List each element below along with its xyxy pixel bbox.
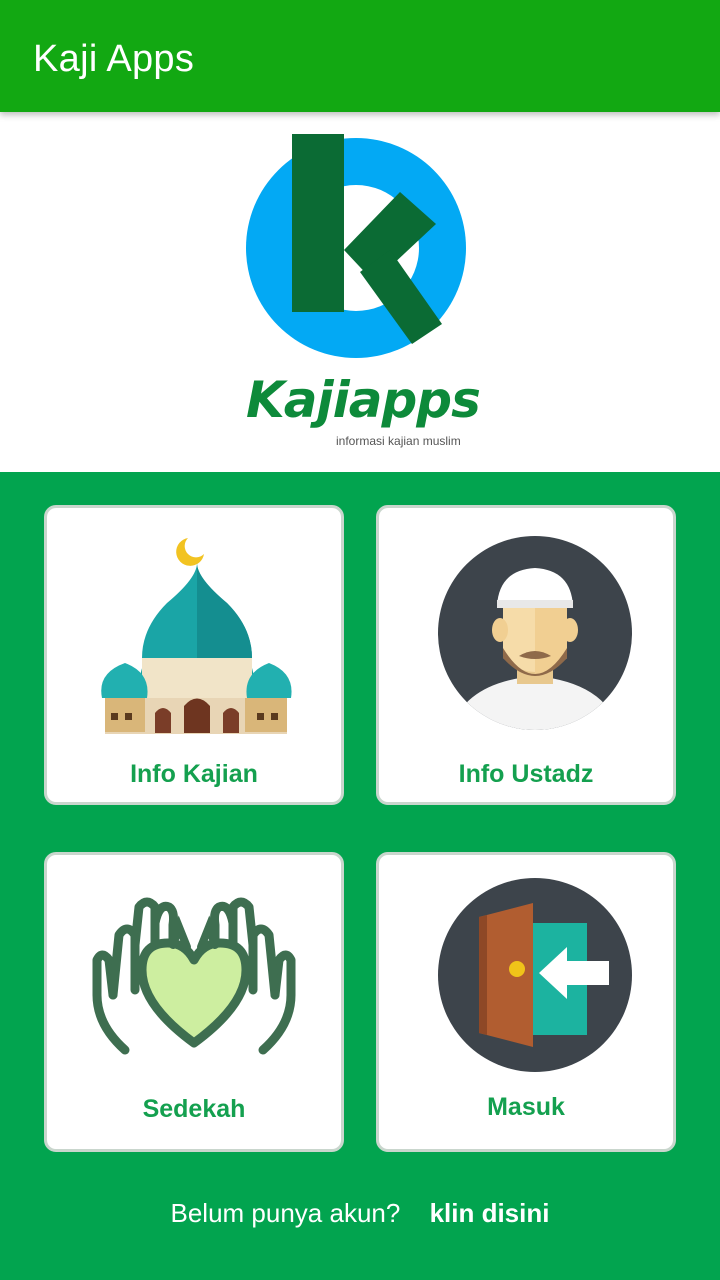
app-title: Kaji Apps [33, 38, 195, 80]
info-ustadz-label: Info Ustadz [458, 760, 594, 788]
masuk-label: Masuk [487, 1093, 565, 1121]
sedekah-label: Sedekah [142, 1095, 246, 1123]
masuk-button[interactable]: Masuk [376, 852, 676, 1152]
kajiapps-logo-icon [246, 134, 466, 358]
mosque-icon [101, 538, 292, 734]
info-ustadz-button[interactable]: Info Ustadz [376, 505, 676, 805]
register-prompt: Belum punya akun? klin disini [0, 1198, 720, 1238]
menu-grid: Info Kajian Info Ustadz Sedekah Masuk Be… [0, 472, 720, 1280]
info-kajian-label: Info Kajian [130, 760, 258, 788]
register-link[interactable]: klin disini [430, 1198, 550, 1229]
logo-wordmark: Kajiapps [246, 371, 481, 429]
app-bar: Kaji Apps [0, 0, 720, 112]
register-question: Belum punya akun? [170, 1198, 401, 1228]
login-door-icon [438, 878, 632, 1072]
sedekah-button[interactable]: Sedekah [44, 852, 344, 1152]
charity-hands-heart-icon [92, 897, 296, 1055]
logo-banner: Kajiapps informasi kajian muslim [0, 112, 720, 472]
logo-tagline: informasi kajian muslim [336, 434, 461, 448]
ustadz-avatar-icon [438, 536, 632, 730]
info-kajian-button[interactable]: Info Kajian [44, 505, 344, 805]
